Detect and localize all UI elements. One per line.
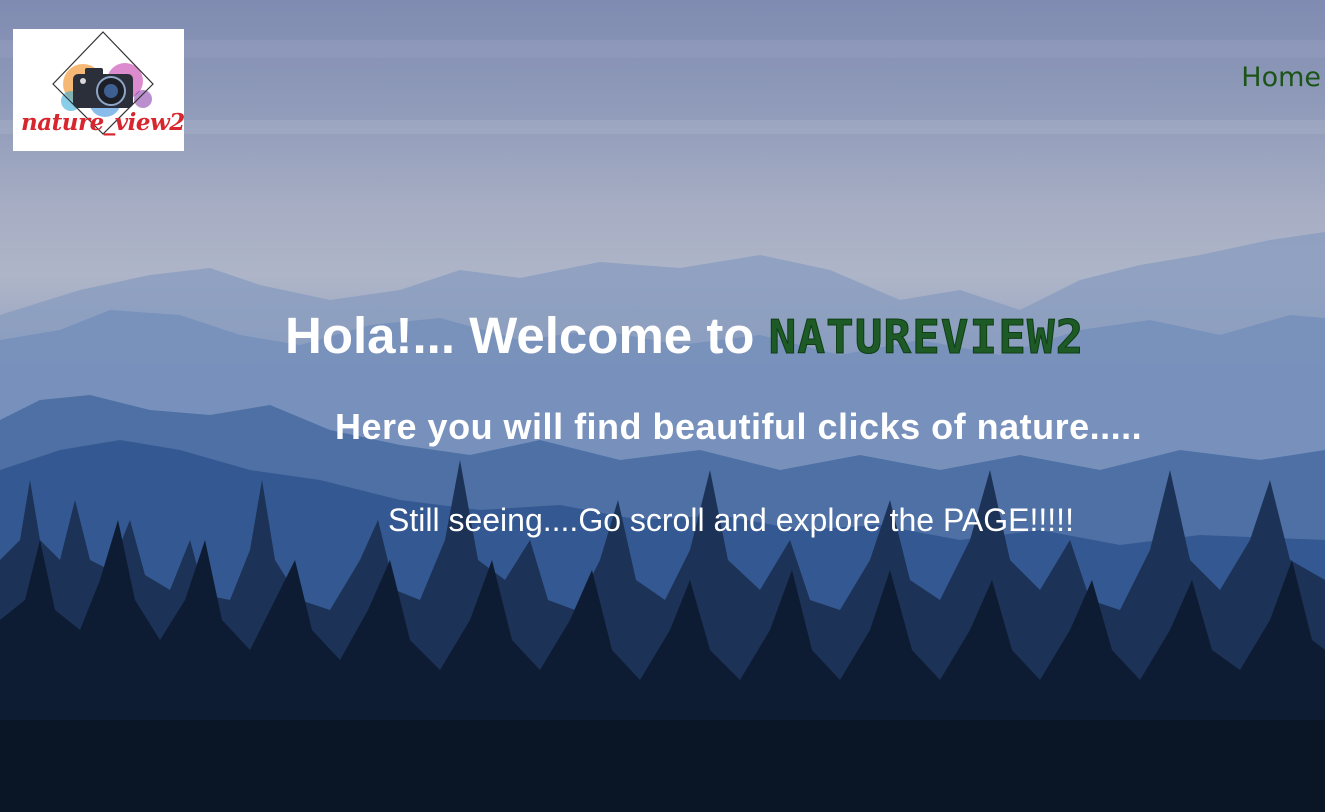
headline-prefix: Hola!... Welcome to: [285, 307, 769, 364]
hero-headline: Hola!... Welcome to NATUREVIEW2: [285, 305, 1084, 368]
brand-name: NATUREVIEW2: [768, 310, 1085, 365]
logo-text: nature_view2: [21, 109, 184, 136]
nav-home-link[interactable]: Home: [1241, 62, 1321, 93]
hero-section: nature_view2 Home Hola!... Welcome to NA…: [0, 0, 1325, 812]
hero-subheading: Here you will find beautiful clicks of n…: [335, 406, 1143, 447]
hero-tagline: Still seeing....Go scroll and explore th…: [388, 502, 1074, 538]
site-logo[interactable]: nature_view2: [13, 29, 184, 151]
